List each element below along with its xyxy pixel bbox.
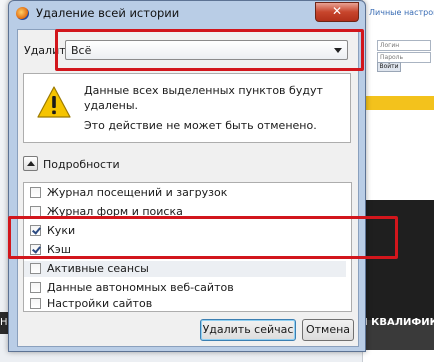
details-label: Подробности xyxy=(43,158,120,171)
annotation-highlight-cookies-cache xyxy=(8,216,398,259)
annotation-highlight-select xyxy=(55,29,364,71)
background-enter-button: Войти xyxy=(377,62,401,72)
site-settings-checkbox[interactable] xyxy=(30,298,41,309)
history-checkbox[interactable] xyxy=(30,187,41,198)
warning-box: Данные всех выделенных пунктов будут уда… xyxy=(23,73,351,143)
background-settings-link: Личные настройки xyxy=(369,8,434,17)
sessions-item-label: Активные сеансы xyxy=(47,262,149,275)
site-settings-item-label: Настройки сайтов xyxy=(47,297,153,310)
offline-data-item-label: Данные автономных веб-сайтов xyxy=(47,281,234,294)
background-login-input: Логин xyxy=(377,40,431,51)
firefox-icon xyxy=(16,7,29,20)
cancel-button[interactable]: Отмена xyxy=(302,319,354,341)
background-yellow-banner xyxy=(362,96,434,110)
list-item-sessions[interactable]: Активные сеансы xyxy=(24,261,346,277)
close-button[interactable]: ✕ xyxy=(315,2,359,22)
offline-data-checkbox[interactable] xyxy=(30,282,41,293)
history-item-label: Журнал посещений и загрузок xyxy=(47,186,228,199)
warning-triangle-icon xyxy=(37,86,71,118)
dialog-content: Удалить: Всё Данные всех выделенных пунк… xyxy=(17,29,359,347)
dialog-titlebar[interactable]: Удаление всей истории ✕ xyxy=(9,1,365,25)
warning-message: Данные всех выделенных пунктов будут уда… xyxy=(84,84,323,112)
dialog-title: Удаление всей истории xyxy=(36,6,180,20)
sessions-checkbox[interactable] xyxy=(30,263,41,274)
details-toggle-button[interactable] xyxy=(23,156,38,171)
chevron-up-icon xyxy=(27,161,35,166)
background-bottom-right-text: Я КВАЛИФИК... xyxy=(360,317,434,328)
warning-irreversible-note: Это действие не может быть отменено. xyxy=(84,119,317,132)
clear-now-button[interactable]: Удалить сейчас xyxy=(200,319,296,341)
